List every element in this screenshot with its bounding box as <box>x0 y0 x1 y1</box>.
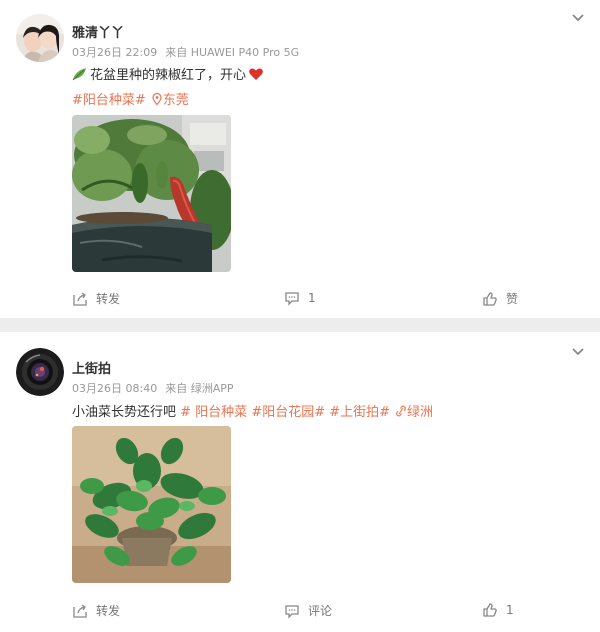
post-meta: 03月26日 08:40 来自 绿洲APP <box>72 380 234 396</box>
topic-link[interactable]: #上街拍# <box>329 405 390 420</box>
post-text: 小油菜长势还行吧 # 阳台种菜 #阳台花园# #上街拍# 绿洲 <box>72 401 433 420</box>
user-name[interactable]: 雅清丫丫 <box>72 22 124 41</box>
thumbs-up-icon <box>483 603 497 617</box>
leaf-emoji-icon <box>72 67 88 81</box>
topic-link[interactable]: # 阳台种菜 <box>180 405 247 420</box>
oasis-link[interactable]: 绿洲 <box>407 405 433 420</box>
comment-label: 评论 <box>308 604 333 618</box>
link-icon <box>396 405 406 417</box>
red-heart-emoji-icon <box>248 67 264 81</box>
repost-icon <box>73 603 87 618</box>
weibo-feed: 雅清丫丫 03月26日 22:09 来自 HUAWEI P40 Pro 5G 花盆… <box>0 0 600 632</box>
topic-link[interactable]: #阳台花园# <box>251 405 325 420</box>
chevron-down-icon[interactable] <box>570 344 586 360</box>
thumbs-up-icon <box>483 291 497 306</box>
post-date[interactable]: 03月26日 22:09 <box>72 46 157 59</box>
comment-button[interactable]: 1 <box>284 290 316 306</box>
repost-icon <box>73 291 87 306</box>
post-image-chili-pepper[interactable] <box>72 115 231 272</box>
post-actions: 转发 评论 1 <box>0 602 600 622</box>
comment-icon <box>285 292 299 306</box>
comment-count: 1 <box>308 291 316 305</box>
avatar[interactable] <box>16 14 64 62</box>
post-text-content: 小油菜长势还行吧 <box>72 405 181 420</box>
post-card: 雅清丫丫 03月26日 22:09 来自 HUAWEI P40 Pro 5G 花盆… <box>0 0 600 318</box>
post-text-content: 花盆里种的辣椒红了，开心 <box>90 68 247 83</box>
post-source: 来自 绿洲APP <box>165 382 234 395</box>
repost-label: 转发 <box>96 604 121 618</box>
post-tags: #阳台种菜# 东莞 <box>72 89 189 108</box>
comment-icon <box>285 604 299 619</box>
location-pin-icon <box>152 92 162 106</box>
post-date[interactable]: 03月26日 08:40 <box>72 382 157 395</box>
like-button[interactable]: 1 <box>482 602 514 618</box>
user-name[interactable]: 上街拍 <box>72 358 111 377</box>
like-label: 赞 <box>506 292 519 306</box>
location-link[interactable]: 东莞 <box>163 93 189 108</box>
repost-button[interactable]: 转发 <box>72 290 120 307</box>
post-source: 来自 HUAWEI P40 Pro 5G <box>165 46 300 59</box>
repost-label: 转发 <box>96 292 121 306</box>
avatar[interactable] <box>16 348 64 396</box>
like-button[interactable]: 赞 <box>482 290 518 307</box>
post-card: 上街拍 03月26日 08:40 来自 绿洲APP 小油菜长势还行吧 # 阳台种菜… <box>0 332 600 632</box>
post-image-potted-plant[interactable] <box>72 426 231 583</box>
repost-button[interactable]: 转发 <box>72 602 120 619</box>
comment-button[interactable]: 评论 <box>284 602 332 619</box>
like-count: 1 <box>506 603 514 617</box>
chevron-down-icon[interactable] <box>570 10 586 26</box>
post-text: 花盆里种的辣椒红了，开心 <box>72 64 264 83</box>
post-actions: 转发 1 赞 <box>0 290 600 310</box>
post-meta: 03月26日 22:09 来自 HUAWEI P40 Pro 5G <box>72 44 299 60</box>
topic-link[interactable]: #阳台种菜# <box>72 93 146 108</box>
